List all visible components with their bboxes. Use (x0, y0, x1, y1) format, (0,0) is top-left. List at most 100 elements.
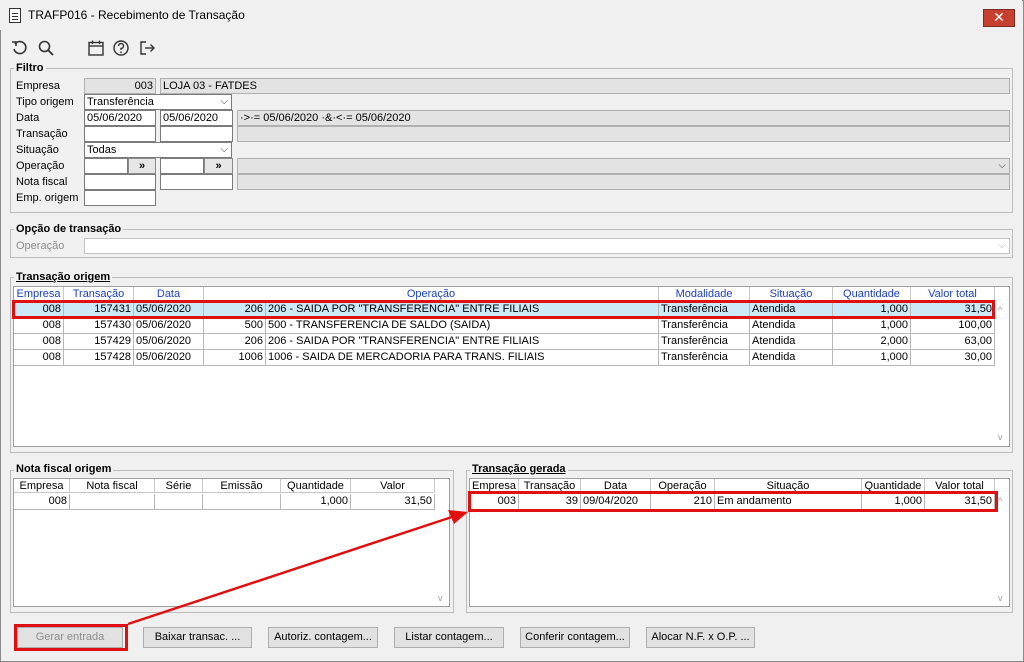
chevron-down-icon: ⌵ (220, 96, 228, 107)
cell-quantidade[interactable]: 1,000 (833, 318, 911, 334)
origem-column-header: Modalidade (659, 287, 750, 301)
help-icon[interactable] (111, 38, 131, 58)
opcao-operacao-select[interactable]: ⌵ (84, 238, 1010, 254)
transacao-de-input[interactable] (84, 126, 156, 142)
cell-op-code[interactable]: 500 (204, 318, 266, 334)
operacao-ate-input[interactable] (160, 158, 204, 174)
origem-column-header: Situação (750, 287, 833, 301)
highlight-selected-origem-row (12, 300, 995, 319)
nota-column-header: Nota fiscal (70, 479, 155, 493)
cell-data[interactable]: 05/06/2020 (134, 334, 204, 350)
cell-data[interactable]: 05/06/2020 (134, 318, 204, 334)
cell-emissao[interactable] (203, 494, 281, 510)
alocar-nf-op-button[interactable]: Alocar N.F. x O.P. ... (646, 627, 755, 648)
cell-op-desc[interactable]: 1006 - SAIDA DE MERCADORIA PARA TRANS. F… (266, 350, 659, 366)
origem-column-header: Empresa (14, 287, 64, 301)
cell-empresa[interactable]: 008 (14, 334, 64, 350)
cell-op-code[interactable]: 206 (204, 334, 266, 350)
cell-transacao[interactable]: 157430 (64, 318, 134, 334)
close-button[interactable]: ✕ (983, 9, 1015, 27)
cell-transacao[interactable]: 157429 (64, 334, 134, 350)
situacao-select[interactable]: Todas ⌵ (84, 142, 232, 158)
cell-situacao[interactable]: Atendida (750, 318, 833, 334)
tipo-origem-value: Transferência (87, 96, 154, 108)
cell-transacao[interactable]: 157428 (64, 350, 134, 366)
cell-valor[interactable]: 100,00 (911, 318, 995, 334)
scroll-up-icon[interactable]: ^ (998, 496, 1002, 506)
scroll-up-icon[interactable]: ^ (998, 305, 1002, 315)
cell-modalidade[interactable]: Transferência (659, 350, 750, 366)
nota-title: Nota fiscal origem (14, 463, 114, 475)
cell-situacao[interactable]: Atendida (750, 350, 833, 366)
operacao-descricao-select[interactable]: ⌵ (237, 158, 1010, 174)
cell-valor[interactable]: 30,00 (911, 350, 995, 366)
exit-icon[interactable] (137, 38, 157, 58)
origem-column-header: Operação (204, 287, 659, 301)
data-ate-input[interactable]: 05/06/2020 (160, 110, 233, 126)
scroll-down-icon[interactable]: v (998, 432, 1003, 442)
origem-column-header: Transação (64, 287, 134, 301)
operacao-de-lookup-button[interactable]: » (128, 158, 156, 174)
cell-serie[interactable] (155, 494, 203, 510)
scroll-down-icon[interactable]: v (438, 593, 443, 603)
situacao-value: Todas (87, 144, 117, 156)
data-label: Data (16, 112, 40, 124)
emp-origem-input[interactable] (84, 190, 156, 206)
transacao-descricao (237, 126, 1010, 142)
cell-empresa[interactable]: 008 (14, 494, 70, 510)
nota-column-header: Valor (351, 479, 435, 493)
nota-fiscal-label: Nota fiscal (16, 176, 68, 188)
cell-empresa[interactable]: 008 (14, 350, 64, 366)
scroll-down-icon[interactable]: v (998, 593, 1003, 603)
nota-fiscal-de-input[interactable] (84, 174, 156, 190)
cell-quantidade[interactable]: 1,000 (281, 494, 351, 510)
origem-column-header: Valor total (911, 287, 995, 301)
cell-quantidade[interactable]: 1,000 (833, 350, 911, 366)
cell-situacao[interactable]: Atendida (750, 334, 833, 350)
origem-column-header: Quantidade (833, 287, 911, 301)
undo-icon[interactable] (10, 38, 30, 58)
window-title: TRAFP016 - Recebimento de Transação (28, 8, 245, 22)
highlight-gerar-entrada (14, 624, 128, 651)
opcao-title: Opção de transação (14, 223, 124, 235)
nota-fiscal-ate-input[interactable] (160, 174, 233, 190)
calendar-icon[interactable] (86, 38, 106, 58)
nota-column-header: Quantidade (281, 479, 351, 493)
operacao-label: Operação (16, 160, 65, 172)
data-de-input[interactable]: 05/06/2020 (84, 110, 156, 126)
tipo-origem-select[interactable]: Transferência ⌵ (84, 94, 232, 110)
cell-empresa[interactable]: 008 (14, 318, 64, 334)
operacao-de-input[interactable] (84, 158, 128, 174)
opcao-operacao-label: Operação (16, 240, 65, 252)
autoriz-contagem-button[interactable]: Autoriz. contagem... (268, 627, 378, 648)
operacao-ate-lookup-button[interactable]: » (204, 158, 233, 174)
chevron-down-icon: ⌵ (220, 144, 228, 155)
cell-modalidade[interactable]: Transferência (659, 334, 750, 350)
gerada-title: Transação gerada (470, 463, 568, 475)
search-icon[interactable] (36, 38, 56, 58)
empresa-label: Empresa (16, 80, 61, 92)
document-icon (9, 8, 21, 23)
nota-column-header: Empresa (14, 479, 70, 493)
cell-valor[interactable]: 31,50 (351, 494, 435, 510)
chevron-down-icon: ⌵ (998, 240, 1006, 251)
cell-nota[interactable] (70, 494, 155, 510)
chevron-down-icon: ⌵ (998, 160, 1006, 171)
filtro-title: Filtro (14, 62, 46, 74)
transacao-ate-input[interactable] (160, 126, 233, 142)
conferir-contagem-button[interactable]: Conferir contagem... (520, 627, 630, 648)
empresa-name-field: LOJA 03 - FATDES (160, 78, 1010, 94)
tipo-origem-label: Tipo origem (16, 96, 74, 108)
cell-op-desc[interactable]: 500 - TRANSFERENCIA DE SALDO (SAIDA) (266, 318, 659, 334)
nota-fiscal-descricao (237, 174, 1010, 190)
cell-data[interactable]: 05/06/2020 (134, 350, 204, 366)
cell-quantidade[interactable]: 2,000 (833, 334, 911, 350)
origem-title: Transação origem (14, 271, 113, 283)
baixar-transac-button[interactable]: Baixar transac. ... (143, 627, 252, 648)
empresa-code-field[interactable]: 003 (84, 78, 156, 94)
cell-op-desc[interactable]: 206 - SAIDA POR "TRANSFERENCIA" ENTRE FI… (266, 334, 659, 350)
cell-valor[interactable]: 63,00 (911, 334, 995, 350)
cell-op-code[interactable]: 1006 (204, 350, 266, 366)
listar-contagem-button[interactable]: Listar contagem... (394, 627, 504, 648)
cell-modalidade[interactable]: Transferência (659, 318, 750, 334)
